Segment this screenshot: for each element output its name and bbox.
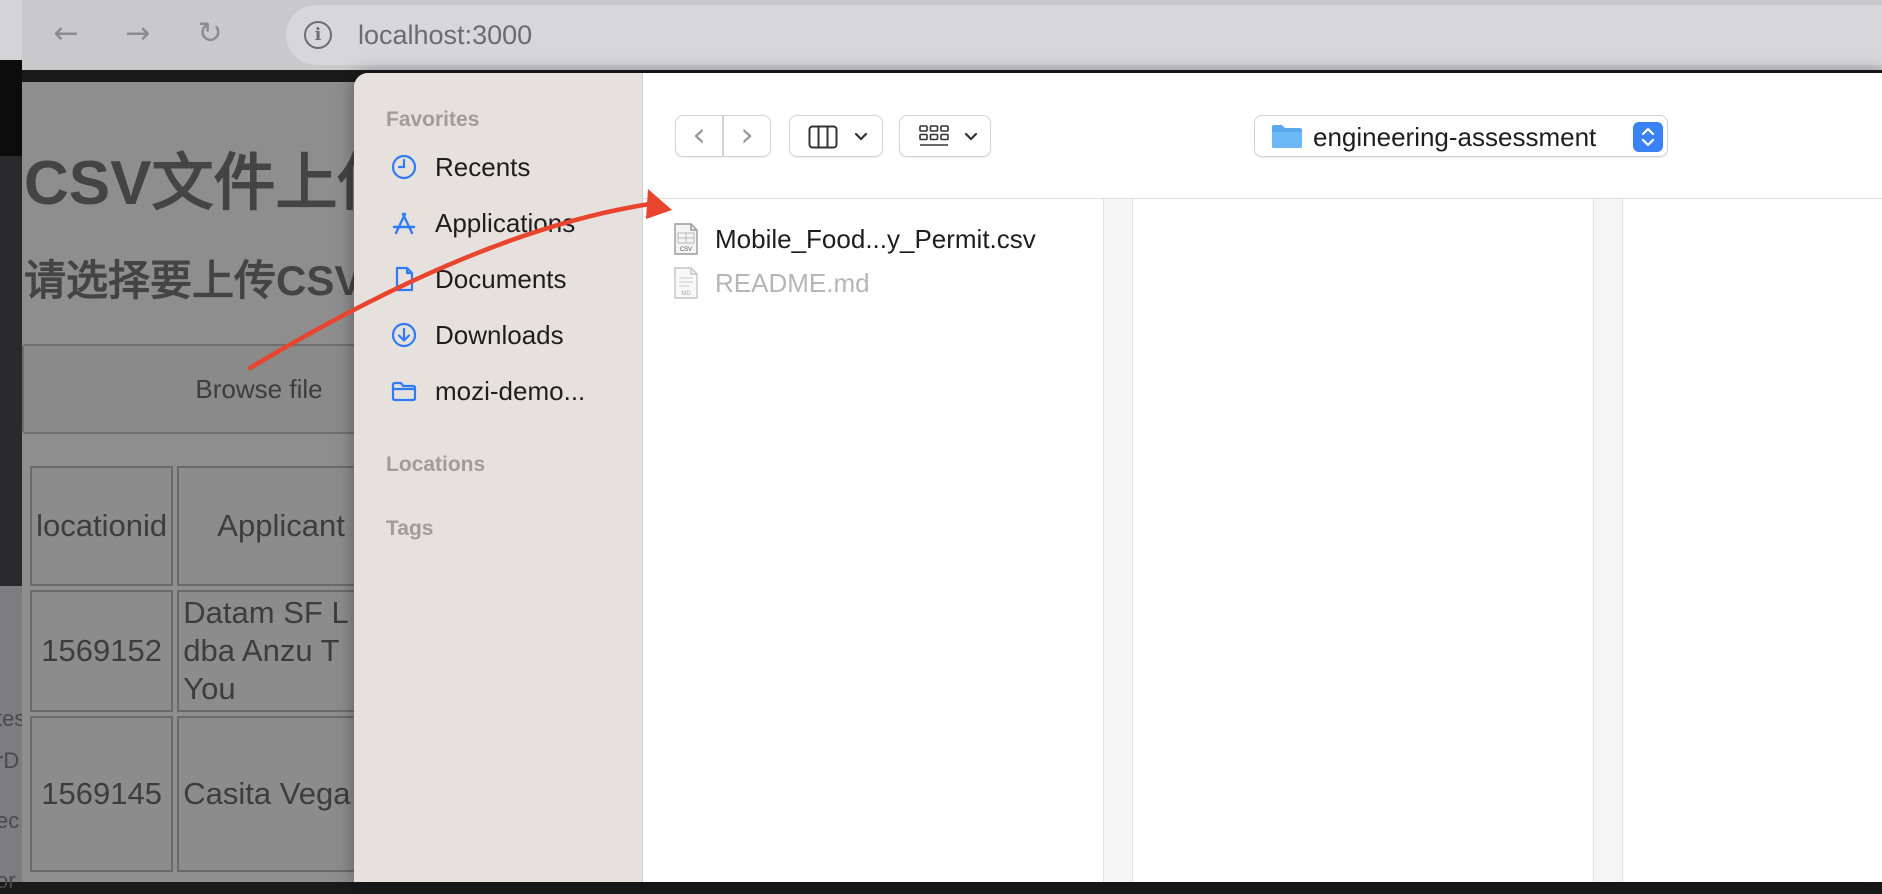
document-icon	[395, 266, 414, 292]
chevron-down-icon	[964, 132, 978, 141]
table-header-cell: Applicant	[177, 466, 378, 586]
back-button[interactable]: ←	[46, 14, 86, 54]
info-icon[interactable]: i	[304, 21, 332, 49]
table-cell: 1569152	[30, 590, 174, 712]
table-row: 1569145 Casita Vega	[30, 716, 378, 872]
table-cell: Casita Vega	[177, 716, 378, 872]
grid-icon	[919, 125, 949, 146]
table-header-cell: locationid	[30, 466, 174, 586]
sidebar-item-documents[interactable]: Documents	[390, 259, 640, 299]
file-row-readme: MD README.md	[673, 263, 1093, 303]
browse-file-button[interactable]: Browse file	[22, 344, 382, 434]
locations-heading[interactable]: Locations	[386, 453, 485, 477]
file-icon-badge: CSV	[680, 247, 692, 253]
table-header-row: locationid Applicant	[30, 466, 378, 586]
browser-column-2[interactable]	[1133, 199, 1594, 882]
sidebar-item-mozi-demo[interactable]: mozi-demo...	[390, 371, 640, 411]
sidebar-item-label: Documents	[435, 264, 567, 294]
popup-stepper[interactable]	[1633, 122, 1663, 152]
finder-sidebar: Favorites Recents Applications Documents	[354, 73, 643, 882]
browser-column-3[interactable]	[1623, 199, 1882, 882]
sidebar-item-label: mozi-demo...	[435, 376, 586, 406]
csv-file-icon: CSV	[674, 223, 698, 255]
sidebar-item-applications[interactable]: Applications	[390, 203, 640, 243]
page-title: CSV文件上传	[24, 149, 382, 218]
browse-file-label: Browse file	[195, 374, 323, 404]
folder-path-label: engineering-assessment	[1313, 122, 1597, 152]
folder-path-popup[interactable]: engineering-assessment	[1254, 115, 1668, 157]
browser-column-1[interactable]: CSV Mobile_Food...y_Permit.csv MD README…	[643, 199, 1104, 882]
applications-icon	[392, 212, 416, 235]
tags-heading[interactable]: Tags	[386, 517, 433, 541]
favorites-heading: Favorites	[386, 108, 480, 131]
sidebar-item-label: Applications	[435, 208, 576, 238]
table-row: 1569152 Datam SF L dba Anzu T You	[30, 590, 378, 712]
file-name: README.md	[715, 268, 870, 298]
table-cell: Datam SF L dba Anzu T You	[177, 590, 378, 712]
sidebar-item-label: Recents	[435, 152, 531, 182]
edge-strip-dark	[0, 60, 22, 156]
view-mode-button[interactable]	[789, 115, 883, 157]
url-text[interactable]: localhost:3000	[358, 5, 532, 65]
column-resize-handle[interactable]	[1104, 199, 1133, 882]
finder-toolbar: ‹ › engineering-assessment	[643, 73, 1882, 199]
nav-back-button[interactable]: ‹	[675, 115, 723, 157]
md-file-icon: MD	[674, 267, 698, 299]
chevron-up-down-icon	[1641, 127, 1655, 147]
table-cell: 1569145	[30, 716, 174, 872]
folder-icon	[391, 381, 417, 402]
columns-view-icon	[808, 125, 838, 149]
address-bar[interactable]: i localhost:3000	[286, 5, 1882, 65]
download-icon	[391, 322, 417, 348]
file-name: Mobile_Food...y_Permit.csv	[715, 224, 1036, 254]
sidebar-item-label: Downloads	[435, 320, 564, 350]
chevron-down-icon	[854, 132, 868, 141]
file-row-csv[interactable]: CSV Mobile_Food...y_Permit.csv	[673, 219, 1093, 259]
edge-strip-mid	[0, 156, 22, 586]
group-by-button[interactable]	[899, 115, 991, 157]
browser-toolbar: ← → ↻ i localhost:3000	[22, 0, 1882, 70]
reload-button[interactable]: ↻	[190, 14, 230, 54]
sidebar-item-downloads[interactable]: Downloads	[390, 315, 640, 355]
file-picker-dialog: Favorites Recents Applications Documents	[354, 73, 1882, 882]
web-page: CSV文件上传 请选择要上传CSV Browse file locationid…	[22, 82, 382, 882]
page-subtitle: 请选择要上传CSV	[24, 257, 363, 304]
forward-button[interactable]: →	[118, 14, 158, 54]
folder-icon	[1272, 125, 1302, 148]
sidebar-item-recents[interactable]: Recents	[390, 147, 640, 187]
file-icon-badge: MD	[681, 291, 691, 297]
clock-icon	[391, 154, 417, 180]
edge-strip-bottom: tes rD ec or	[0, 586, 25, 893]
data-table: locationid Applicant 1569152 Datam SF L …	[26, 462, 382, 876]
nav-forward-button[interactable]: ›	[723, 115, 771, 157]
edge-strip-top	[0, 0, 22, 60]
column-resize-handle[interactable]	[1594, 199, 1623, 882]
